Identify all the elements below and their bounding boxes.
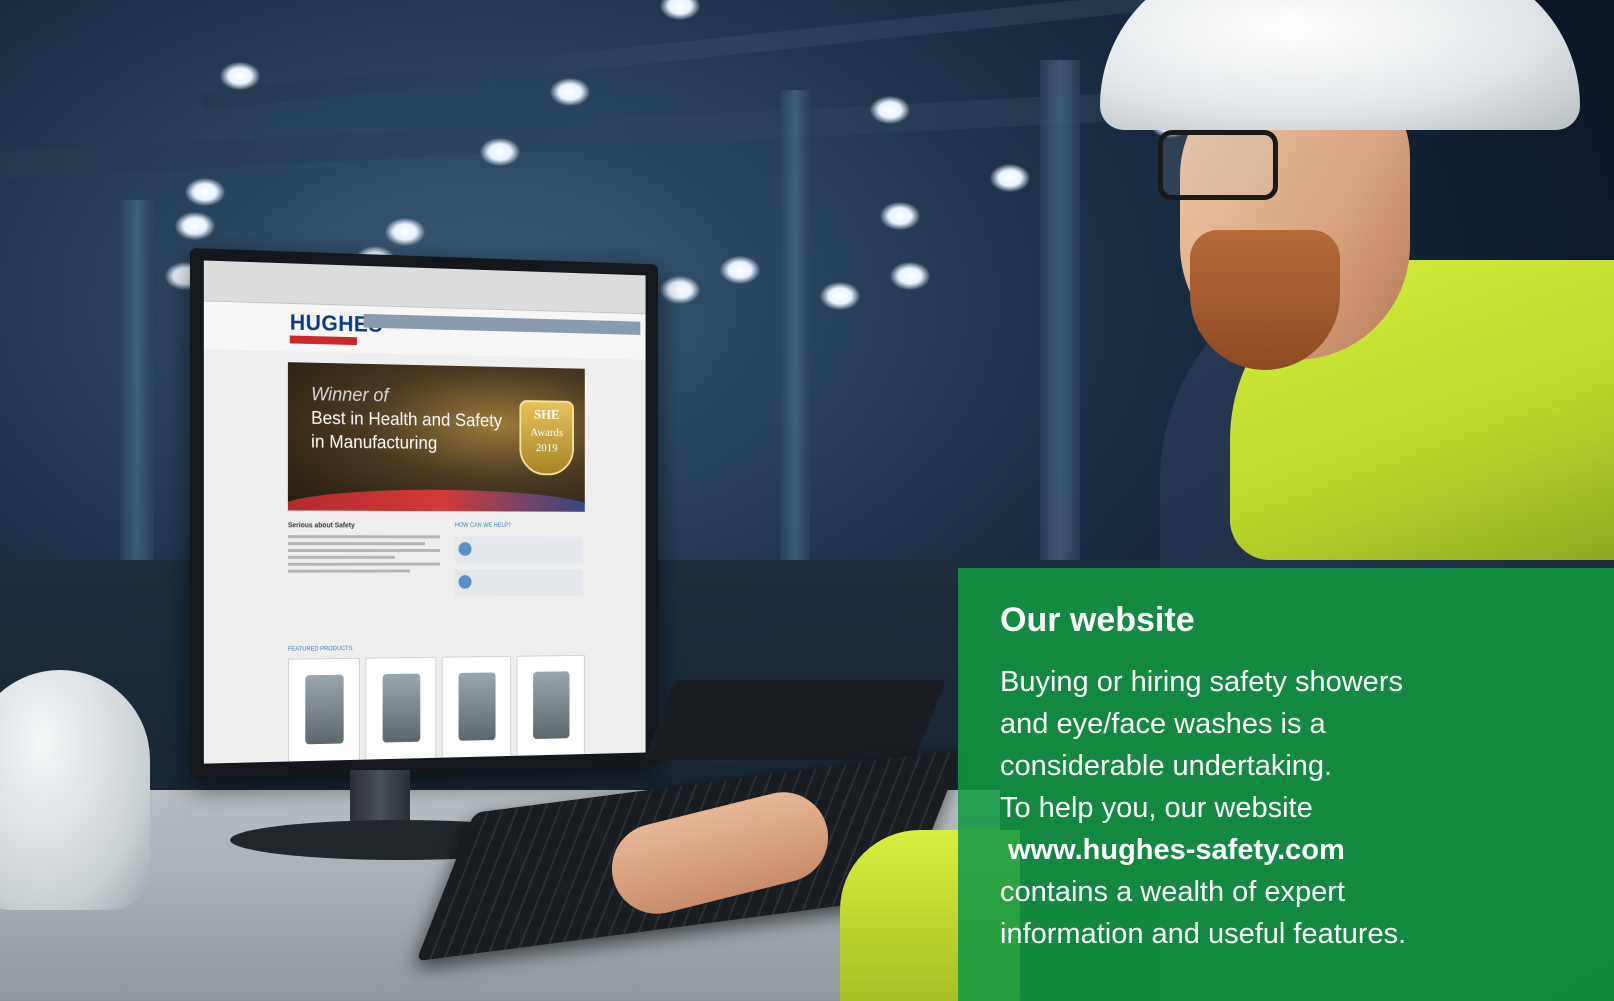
monitor: HUGHES Winner of Best in Health and Safe… xyxy=(190,248,658,778)
ceiling-light xyxy=(890,262,930,290)
chat-icon xyxy=(458,542,472,556)
hero-award-category: in Manufacturing xyxy=(311,431,438,453)
info-body-line: and eye/face washes is a xyxy=(1000,708,1326,741)
she-awards-badge: SHE Awards 2019 xyxy=(519,399,574,476)
factory-pillar xyxy=(1040,60,1080,560)
hero-wave xyxy=(287,488,585,512)
content-block: Serious about Safety xyxy=(287,522,440,576)
ceiling-light xyxy=(720,256,760,284)
website-link[interactable]: www.hughes-safety.com xyxy=(1000,834,1345,866)
badge-she: SHE xyxy=(534,407,560,423)
ceiling-light xyxy=(550,78,590,106)
info-body-line: considerable undertaking. xyxy=(1000,750,1333,783)
hard-hat-on-desk xyxy=(0,670,150,910)
info-body-line: Buying or hiring safety showers xyxy=(1000,666,1403,699)
site-nav-bar xyxy=(363,313,641,335)
text-line xyxy=(287,535,440,539)
badge-year: 2019 xyxy=(535,440,558,455)
website-link-line: www.hughes-safety.com xyxy=(1000,829,1574,871)
help-block: HOW CAN WE HELP? xyxy=(454,522,583,602)
ceiling-light xyxy=(480,138,520,166)
logo-underline xyxy=(289,335,357,346)
text-line xyxy=(287,562,440,566)
ceiling-light xyxy=(175,212,215,240)
product-image xyxy=(304,674,344,745)
ceiling-light xyxy=(385,218,425,246)
hero-award-title: Best in Health and Safety xyxy=(311,408,503,431)
ceiling-light xyxy=(185,178,225,206)
factory-pillar xyxy=(780,90,810,570)
info-body-line: To help you, our website xyxy=(1000,792,1313,825)
product-image xyxy=(382,673,420,743)
product-card xyxy=(365,656,437,764)
worker-hard-hat xyxy=(1100,0,1580,130)
text-line xyxy=(287,569,410,573)
monitor-screen: HUGHES Winner of Best in Health and Safe… xyxy=(203,260,646,764)
badge-awards: Awards xyxy=(530,425,564,440)
info-body-line: contains a wealth of expert xyxy=(1000,876,1345,909)
text-line xyxy=(287,555,395,559)
ceiling-light xyxy=(660,0,700,20)
info-title: Our website xyxy=(1000,601,1195,639)
help-item xyxy=(454,569,583,597)
product-image xyxy=(458,672,496,741)
content-heading: Serious about Safety xyxy=(287,522,355,530)
safety-glasses xyxy=(1158,130,1278,200)
hero-banner: Winner of Best in Health and Safety in M… xyxy=(287,362,585,512)
product-row xyxy=(287,654,585,764)
help-item xyxy=(454,536,583,564)
ceiling-light xyxy=(220,62,260,90)
product-image xyxy=(532,671,569,740)
ceiling-light xyxy=(990,164,1030,192)
ceiling-light xyxy=(820,282,860,310)
help-heading: HOW CAN WE HELP? xyxy=(454,522,512,529)
factory-pillar xyxy=(120,200,154,580)
info-body: Buying or hiring safety showers and eye/… xyxy=(1000,661,1574,955)
info-panel: Our website Buying or hiring safety show… xyxy=(958,568,1614,1001)
info-body-line: information and useful features. xyxy=(1000,918,1407,951)
product-card xyxy=(441,655,512,764)
ceiling-light xyxy=(870,96,910,124)
ceiling-light xyxy=(660,276,700,304)
products-heading: FEATURED PRODUCTS xyxy=(287,646,353,653)
text-line xyxy=(287,542,425,546)
product-card xyxy=(516,654,585,762)
text-line xyxy=(287,549,440,552)
mail-icon xyxy=(458,575,472,589)
product-card xyxy=(287,657,360,764)
hero-winner-text: Winner of xyxy=(311,384,389,407)
tablet xyxy=(643,680,947,760)
ceiling-light xyxy=(880,202,920,230)
